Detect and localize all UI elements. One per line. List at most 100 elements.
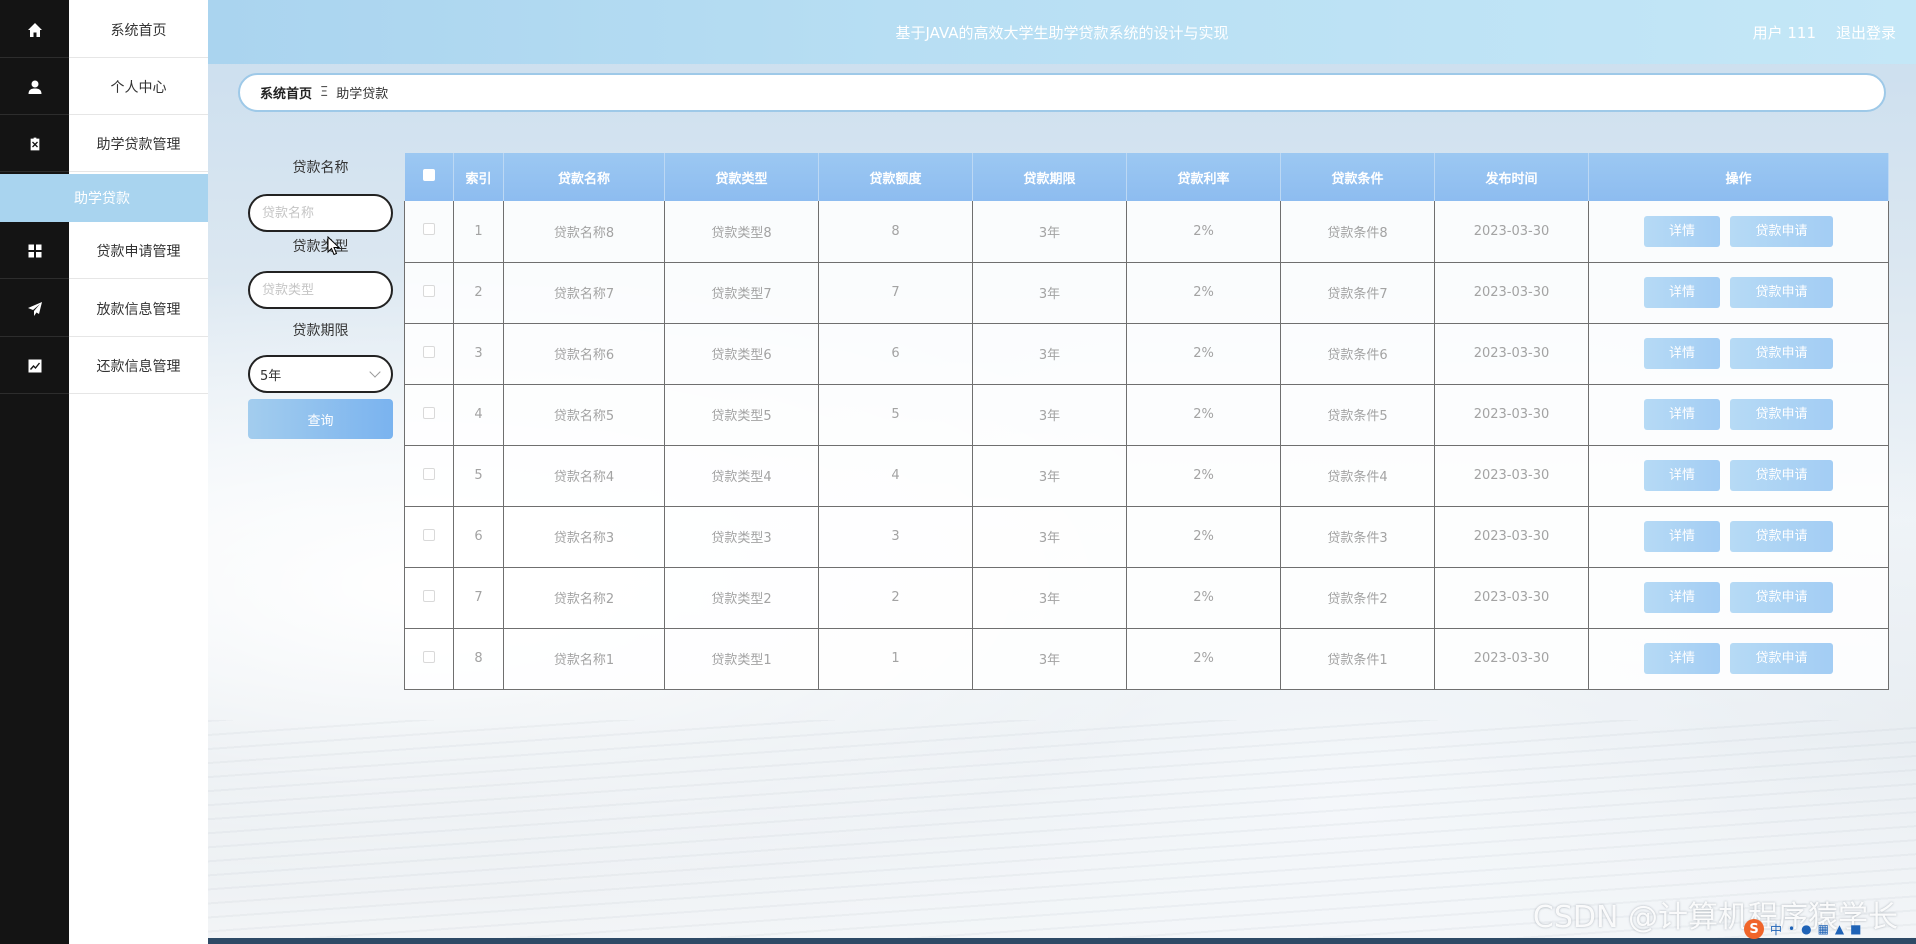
user-label: 用户 111 [1752, 24, 1816, 42]
home-icon [27, 22, 42, 37]
apply-loan-button[interactable]: 贷款申请 [1730, 338, 1833, 369]
apply-loan-button[interactable]: 贷款申请 [1730, 277, 1833, 308]
cell-condition: 贷款条件8 [1280, 201, 1435, 263]
row-select-cell[interactable] [404, 201, 454, 263]
sidebar-item-label: 个人中心 [110, 79, 167, 96]
sidebar-subitem-label: 助学贷款 [74, 191, 130, 207]
row-select-cell[interactable] [404, 384, 454, 446]
table-row: 4 贷款名称5 贷款类型5 5 3年 2% 贷款条件5 2023-03-30 详情 贷款申请 [404, 384, 1889, 446]
detail-button[interactable]: 详情 [1644, 338, 1720, 369]
cell-index: 4 [453, 384, 504, 446]
sidebar-icon-home[interactable] [0, 2, 69, 58]
column-header: 索引 [453, 153, 504, 201]
cell-date: 2023-03-30 [1434, 445, 1589, 507]
sidebar-item-application-management[interactable]: 贷款申请管理 [69, 223, 208, 279]
apply-loan-button[interactable]: 贷款申请 [1730, 215, 1833, 247]
breadcrumb-home-link[interactable]: 系统首页 [260, 83, 312, 102]
ime-language-label[interactable]: 中 [1770, 921, 1782, 938]
cell-condition: 贷款条件4 [1280, 445, 1435, 507]
sidebar-item-loan-management[interactable]: 助学贷款管理 [69, 116, 208, 172]
loan-name-input[interactable] [248, 194, 393, 232]
table-row: 8 贷款名称1 贷款类型1 1 3年 2% 贷款条件1 2023-03-30 详情 贷款申请 [404, 628, 1889, 690]
cell-period: 3年 [972, 262, 1127, 324]
cell-actions: 详情 贷款申请 [1588, 506, 1889, 568]
row-checkbox[interactable] [423, 345, 435, 358]
apply-loan-button[interactable]: 贷款申请 [1730, 460, 1833, 491]
breadcrumb-current: 助学贷款 [336, 87, 389, 102]
chevron-down-icon [369, 366, 381, 378]
cell-amount: 1 [818, 628, 973, 690]
loan-type-input[interactable] [248, 271, 393, 309]
apply-loan-button[interactable]: 贷款申请 [1730, 399, 1833, 430]
row-checkbox[interactable] [423, 284, 435, 297]
loan-table: 索引 贷款名称 贷款类型 贷款额度 贷款期限 贷款利率 贷款条件 发布时间 操作… [404, 153, 1889, 690]
cell-amount: 2 [818, 567, 973, 629]
send-icon [27, 301, 42, 316]
table-header-row: 索引 贷款名称 贷款类型 贷款额度 贷款期限 贷款利率 贷款条件 发布时间 操作 [404, 153, 1889, 201]
row-checkbox[interactable] [423, 467, 435, 480]
cell-index: 3 [453, 323, 504, 385]
sidebar-item-repayment-management[interactable]: 还款信息管理 [69, 338, 208, 394]
row-select-cell[interactable] [404, 506, 454, 568]
ime-logo-icon[interactable]: S [1744, 919, 1764, 939]
grid-menu-icon[interactable]: ■ [1850, 922, 1861, 936]
apply-loan-button[interactable]: 贷款申请 [1730, 521, 1833, 552]
row-checkbox[interactable] [423, 223, 435, 236]
row-select-cell[interactable] [404, 567, 454, 629]
detail-button[interactable]: 详情 [1644, 643, 1720, 674]
row-select-cell[interactable] [404, 323, 454, 385]
sidebar-icon-disbursement[interactable] [0, 281, 69, 337]
logout-link[interactable]: 退出登录 [1836, 0, 1896, 66]
detail-button[interactable]: 详情 [1644, 460, 1720, 491]
sidebar-item-home[interactable]: 系统首页 [69, 2, 208, 58]
apply-loan-button[interactable]: 贷款申请 [1730, 643, 1833, 674]
sidebar-item-disbursement-management[interactable]: 放款信息管理 [69, 281, 208, 337]
cell-date: 2023-03-30 [1434, 384, 1589, 446]
sidebar-icon-application[interactable] [0, 223, 69, 279]
row-select-cell[interactable] [404, 628, 454, 690]
detail-button[interactable]: 详情 [1644, 215, 1720, 247]
loan-period-select[interactable]: 5年 [248, 355, 393, 393]
breadcrumb-separator-icon: Ξ [320, 85, 329, 100]
sidebar-icon-user[interactable] [0, 59, 69, 115]
cell-actions: 详情 贷款申请 [1588, 384, 1889, 446]
cell-index: 6 [453, 506, 504, 568]
row-checkbox[interactable] [423, 589, 435, 602]
ime-punctuation-icon[interactable]: • [1788, 922, 1795, 936]
cell-rate: 2% [1126, 323, 1281, 385]
row-checkbox[interactable] [423, 528, 435, 541]
loan-period-label: 贷款期限 [292, 323, 349, 339]
row-checkbox[interactable] [423, 650, 435, 663]
detail-button[interactable]: 详情 [1644, 521, 1720, 552]
cell-condition: 贷款条件3 [1280, 506, 1435, 568]
shirt-icon[interactable]: ▲ [1835, 922, 1844, 936]
cell-rate: 2% [1126, 384, 1281, 446]
row-checkbox[interactable] [423, 406, 435, 419]
cell-amount: 4 [818, 445, 973, 507]
detail-button[interactable]: 详情 [1644, 277, 1720, 308]
cell-date: 2023-03-30 [1434, 201, 1589, 263]
cell-type: 贷款类型6 [664, 323, 819, 385]
sidebar-subitem-student-loan[interactable]: 助学贷款 [0, 174, 208, 222]
sidebar-icon-repayment[interactable] [0, 338, 69, 394]
sidebar-icon-loan[interactable] [0, 116, 69, 172]
row-select-cell[interactable] [404, 262, 454, 324]
cell-period: 3年 [972, 567, 1127, 629]
row-select-cell[interactable] [404, 445, 454, 507]
apply-loan-button[interactable]: 贷款申请 [1730, 582, 1833, 613]
microphone-icon[interactable]: ● [1801, 922, 1811, 936]
select-all-checkbox[interactable] [422, 169, 435, 181]
taskbar-strip [0, 938, 1916, 944]
keyboard-icon[interactable]: ▦ [1818, 922, 1829, 936]
sidebar-item-label: 还款信息管理 [96, 358, 181, 375]
cell-type: 贷款类型2 [664, 567, 819, 629]
detail-button[interactable]: 详情 [1644, 582, 1720, 613]
search-button[interactable]: 查询 [248, 399, 393, 439]
sidebar-item-profile[interactable]: 个人中心 [69, 59, 208, 115]
cell-amount: 8 [818, 201, 973, 263]
table-row: 3 贷款名称6 贷款类型6 6 3年 2% 贷款条件6 2023-03-30 详情 贷款申请 [404, 323, 1889, 385]
select-all-header[interactable] [404, 153, 454, 201]
table-row: 5 贷款名称4 贷款类型4 4 3年 2% 贷款条件4 2023-03-30 详情 贷款申请 [404, 445, 1889, 507]
detail-button[interactable]: 详情 [1644, 399, 1720, 430]
cell-condition: 贷款条件2 [1280, 567, 1435, 629]
